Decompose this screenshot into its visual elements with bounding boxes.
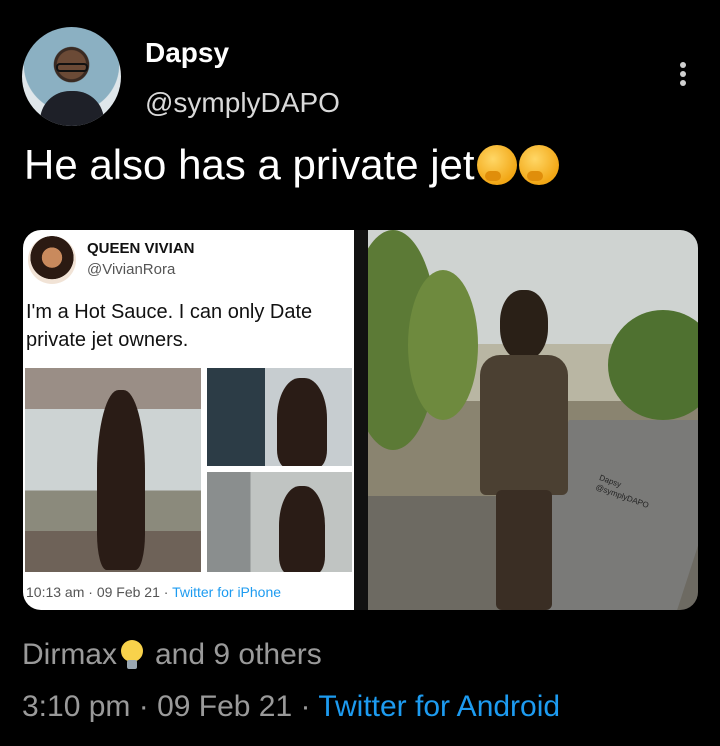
tweet-sep-2: · xyxy=(292,690,319,723)
tweet-sep-1: · xyxy=(130,690,158,723)
quoted-time: 10:13 am xyxy=(26,584,85,600)
author-handle[interactable]: @symplyDAPO xyxy=(145,87,340,119)
more-options-icon[interactable] xyxy=(676,62,690,92)
tweet-source-link[interactable]: Twitter for Android xyxy=(318,690,560,723)
liker-name: Dirmax xyxy=(22,638,117,671)
tree xyxy=(408,270,478,420)
man-figure xyxy=(478,290,568,610)
photo-person xyxy=(97,390,145,570)
author-avatar[interactable] xyxy=(22,27,121,126)
quoted-screenshot-image[interactable]: QUEEN VIVIAN @VivianRora I'm a Hot Sauce… xyxy=(23,230,354,610)
quoted-date: 09 Feb 21 xyxy=(96,584,160,600)
street-photo-image[interactable]: Dapsy @symplyDAPO xyxy=(368,230,698,610)
photo-person xyxy=(279,486,325,572)
quoted-sep-1: · xyxy=(84,584,97,600)
quoted-name: QUEEN VIVIAN xyxy=(87,240,195,257)
likes-others: and 9 others xyxy=(155,638,322,671)
photo-person xyxy=(277,378,327,466)
thinking-face-emoji-icon xyxy=(476,145,517,185)
quoted-sep-2: · xyxy=(159,584,173,600)
tweet-text: He also has a private jet xyxy=(24,141,559,189)
tweet-time: 3:10 pm xyxy=(22,690,131,723)
tweet-text-body: He also has a private jet xyxy=(24,141,475,188)
tree xyxy=(608,310,698,420)
quoted-text: I'm a Hot Sauce. I can only Date private… xyxy=(26,301,313,351)
quoted-source: Twitter for iPhone xyxy=(172,584,282,600)
quoted-avatar xyxy=(28,236,76,284)
lightbulb-emoji-icon xyxy=(121,640,143,670)
quoted-photo-3 xyxy=(207,472,352,572)
author-display-name[interactable]: Dapsy xyxy=(145,37,229,69)
quoted-photo-1 xyxy=(25,368,201,572)
tweet-timestamp: 3:10 pm · 09 Feb 21 · Twitter for Androi… xyxy=(22,690,560,724)
quoted-handle: @VivianRora xyxy=(87,261,176,278)
avatar-glasses xyxy=(56,63,88,72)
thinking-face-emoji-icon xyxy=(518,145,559,185)
quoted-meta: 10:13 am · 09 Feb 21 · Twitter for iPhon… xyxy=(26,584,281,600)
likes-summary[interactable]: Dirmax and 9 others xyxy=(22,638,322,672)
avatar-body xyxy=(40,91,104,126)
tweet-date: 09 Feb 21 xyxy=(157,690,293,723)
quoted-photo-2 xyxy=(207,368,352,466)
tweet-media[interactable]: QUEEN VIVIAN @VivianRora I'm a Hot Sauce… xyxy=(23,230,698,610)
